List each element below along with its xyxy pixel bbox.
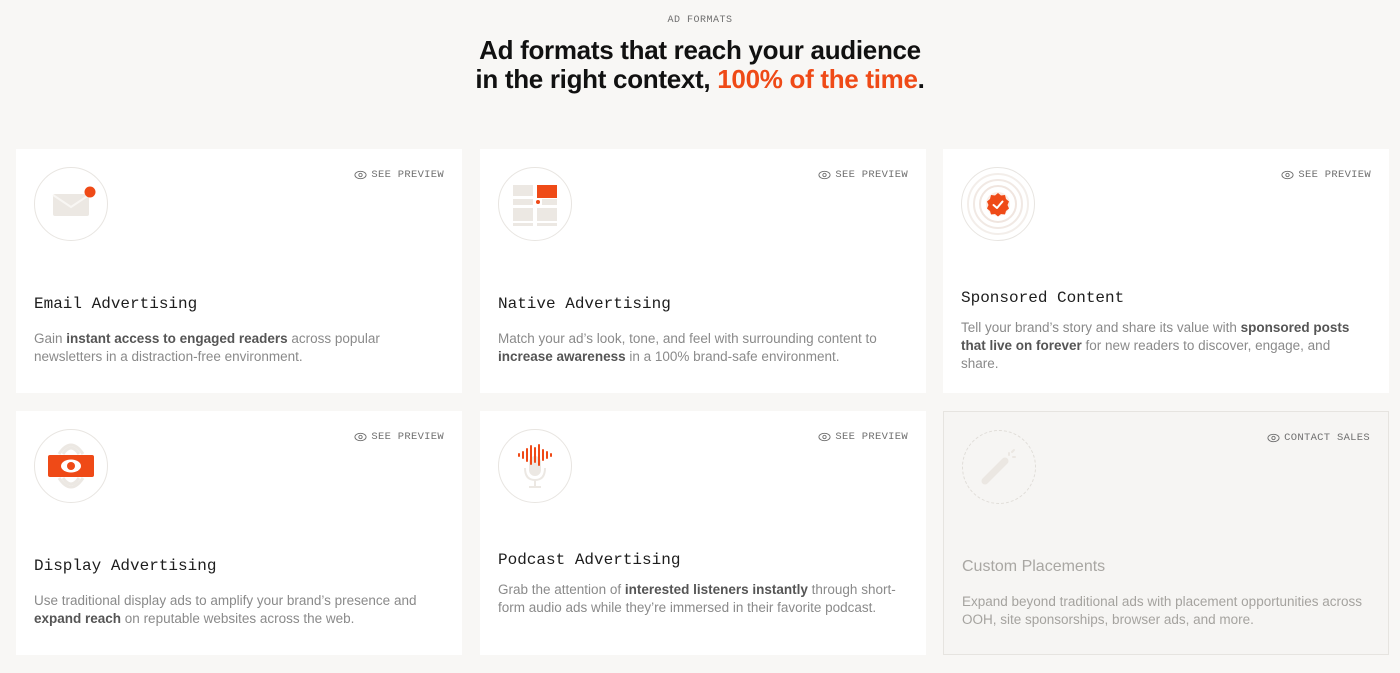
card-title: Podcast Advertising — [498, 551, 681, 569]
card-description: Match your ad’s look, tone, and feel wit… — [498, 331, 877, 364]
see-preview-label: SEE PREVIEW — [371, 431, 444, 443]
headline-suffix: . — [917, 64, 925, 94]
eye-icon — [1281, 170, 1294, 180]
eye-icon — [818, 170, 831, 180]
envelope-notification-icon — [34, 167, 108, 241]
see-preview-label: SEE PREVIEW — [835, 431, 908, 443]
see-preview-link[interactable]: SEE PREVIEW — [818, 431, 908, 443]
see-preview-label: SEE PREVIEW — [835, 169, 908, 181]
headline-line-1: Ad formats that reach your audience — [479, 35, 921, 65]
magic-wand-icon — [962, 430, 1036, 504]
card-title: Custom Placements — [962, 558, 1106, 575]
card-podcast-advertising[interactable]: SEE PREVIEW Podcast Advertising Grab the… — [480, 411, 926, 655]
eye-icon — [818, 432, 831, 442]
card-description: Expand beyond traditional ads with place… — [962, 594, 1362, 627]
microphone-waveform-icon — [498, 429, 572, 503]
headline-accent: 100% of the time — [717, 64, 918, 94]
see-preview-label: SEE PREVIEW — [371, 169, 444, 181]
card-title: Native Advertising — [498, 295, 671, 313]
card-description: Grab the attention of interested listene… — [498, 582, 896, 615]
section-eyebrow: AD FORMATS — [667, 15, 733, 26]
see-preview-link[interactable]: SEE PREVIEW — [1281, 169, 1371, 181]
contact-sales-label: CONTACT SALES — [1284, 432, 1370, 444]
card-native-advertising[interactable]: SEE PREVIEW Native Advertising Match you… — [480, 149, 926, 393]
card-description: Use traditional display ads to amplify y… — [34, 593, 417, 626]
see-preview-label: SEE PREVIEW — [1298, 169, 1371, 181]
card-description: Gain instant access to engaged readers a… — [34, 331, 380, 364]
contact-sales-link[interactable]: CONTACT SALES — [1267, 432, 1370, 444]
eye-banner-icon — [34, 429, 108, 503]
card-display-advertising[interactable]: SEE PREVIEW Display Advertising Use trad… — [16, 411, 462, 655]
see-preview-link[interactable]: SEE PREVIEW — [354, 169, 444, 181]
card-email-advertising[interactable]: SEE PREVIEW Email Advertising Gain insta… — [16, 149, 462, 393]
see-preview-link[interactable]: SEE PREVIEW — [354, 431, 444, 443]
card-description: Tell your brand’s story and share its va… — [961, 320, 1350, 371]
card-title: Sponsored Content — [961, 289, 1125, 307]
see-preview-link[interactable]: SEE PREVIEW — [818, 169, 908, 181]
eye-icon — [354, 432, 367, 442]
card-title: Display Advertising — [34, 557, 217, 575]
headline-line-2: in the right context, — [475, 64, 718, 94]
card-sponsored-content[interactable]: SEE PREVIEW Sponsored Content Tell your … — [943, 149, 1389, 393]
eye-icon — [1267, 433, 1280, 443]
card-custom-placements[interactable]: CONTACT SALES Custom Placements Expand b… — [943, 411, 1389, 655]
eye-icon — [354, 170, 367, 180]
card-title: Email Advertising — [34, 295, 198, 313]
verified-badge-icon — [961, 167, 1035, 241]
section-headline: Ad formats that reach your audience in t… — [0, 36, 1400, 94]
native-layout-icon — [498, 167, 572, 241]
